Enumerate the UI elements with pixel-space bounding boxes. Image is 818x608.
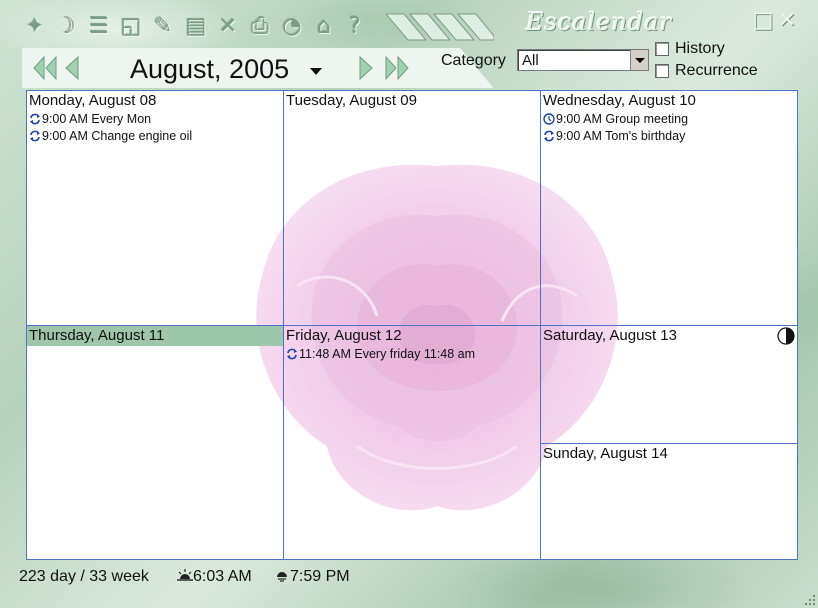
recurrence-checkbox[interactable] [655,64,669,78]
history-checkbox[interactable] [655,42,669,56]
day-week-counter: 223 day / 33 week [19,568,149,585]
day-cell-monday[interactable]: Monday, August 08 9:00 AM Every Mon 9:00… [27,91,283,325]
list-icon[interactable]: ☰ [88,14,110,40]
recurring-icon [30,113,40,125]
recurrence-label: Recurrence [675,62,758,79]
day-cell-tuesday[interactable]: Tuesday, August 09 [284,91,540,325]
event-text: Tom's birthday [605,129,686,143]
event-text: Group meeting [605,112,689,126]
day-cell-wednesday[interactable]: Wednesday, August 10 9:00 AM Group meeti… [541,91,797,325]
event-text: Change engine oil [91,129,193,143]
print-icon[interactable]: ⎙ [249,14,271,40]
event-item[interactable]: 9:00 AM Tom's birthday [543,128,685,145]
previous-year-icon[interactable] [32,54,58,82]
category-label: Category [441,52,506,69]
day-header: Tuesday, August 09 [286,92,417,109]
category-value: All [522,52,539,69]
day-header: Friday, August 12 [286,327,402,344]
next-month-icon[interactable] [352,54,378,82]
day-cell-thursday[interactable]: Thursday, August 11 [27,326,283,559]
moon-icon[interactable]: ☽ [55,14,77,40]
sunset-icon [277,572,287,582]
day-cell-saturday[interactable]: Saturday, August 13 [541,326,797,443]
event-item[interactable]: 9:00 AM Group meeting [543,111,688,128]
decorative-stripes [386,13,494,41]
chevron-down-icon[interactable] [630,50,648,70]
recurring-icon [30,130,40,142]
week-grid: Monday, August 08 9:00 AM Every Mon 9:00… [26,90,798,560]
day-cell-friday[interactable]: Friday, August 12 11:48 AM Every friday … [284,326,540,559]
day-cell-sunday[interactable]: Sunday, August 14 [541,444,797,559]
document-icon[interactable]: ▤ [185,14,207,40]
day-header: Saturday, August 13 [543,327,677,344]
close-button[interactable]: ✕ [776,10,798,32]
event-item[interactable]: 9:00 AM Change engine oil [29,128,192,145]
day-header: Sunday, August 14 [543,445,668,462]
previous-month-icon[interactable] [60,54,86,82]
sunset-info: 7:59 PM [274,568,350,586]
star-icon[interactable]: ✦ [24,14,46,40]
day-header: Monday, August 08 [29,92,157,109]
day-header-today: Thursday, August 11 [27,326,283,346]
sunrise-info: 6:03 AM [177,568,252,586]
event-time: 9:00 AM [42,129,88,143]
event-text: Every friday 11:48 am [354,347,476,361]
sunrise-icon [177,569,193,581]
recurring-icon [544,130,554,142]
pencil-icon[interactable]: ✎ [152,14,174,40]
alarm-icon[interactable]: ◔ [281,14,303,40]
day-header: Wednesday, August 10 [543,92,696,109]
sunrise-time: 6:03 AM [193,568,252,585]
category-select[interactable]: All [517,49,649,71]
clock-icon [543,113,555,125]
app-title: Escalendar [526,8,673,36]
event-time: 9:00 AM [556,112,602,126]
event-item[interactable]: 11:48 AM Every friday 11:48 am [286,346,475,363]
help-icon[interactable]: ? [344,14,366,40]
month-dropdown-icon[interactable] [310,68,322,75]
resize-grip-icon[interactable] [804,594,816,606]
note-icon[interactable]: ◱ [120,14,142,40]
half-moon-icon [777,327,795,345]
home-icon[interactable]: ⌂ [313,14,335,40]
event-item[interactable]: 9:00 AM Every Mon [29,111,151,128]
event-time: 9:00 AM [556,129,602,143]
event-time: 11:48 AM [299,347,351,361]
history-label: History [675,40,725,57]
app-window: ✦ ☽ ☰ ◱ ✎ ▤ ✕ ⎙ ◔ ⌂ ? Escalendar □ ✕ Aug… [0,0,818,608]
delete-icon[interactable]: ✕ [217,14,239,40]
event-time: 9:00 AM [42,112,88,126]
event-text: Every Mon [91,112,152,126]
recurring-icon [287,348,297,360]
month-title[interactable]: August, 2005 [130,54,289,85]
next-year-icon[interactable] [384,54,410,82]
sunset-time: 7:59 PM [290,568,350,585]
restore-button[interactable]: □ [752,10,774,32]
